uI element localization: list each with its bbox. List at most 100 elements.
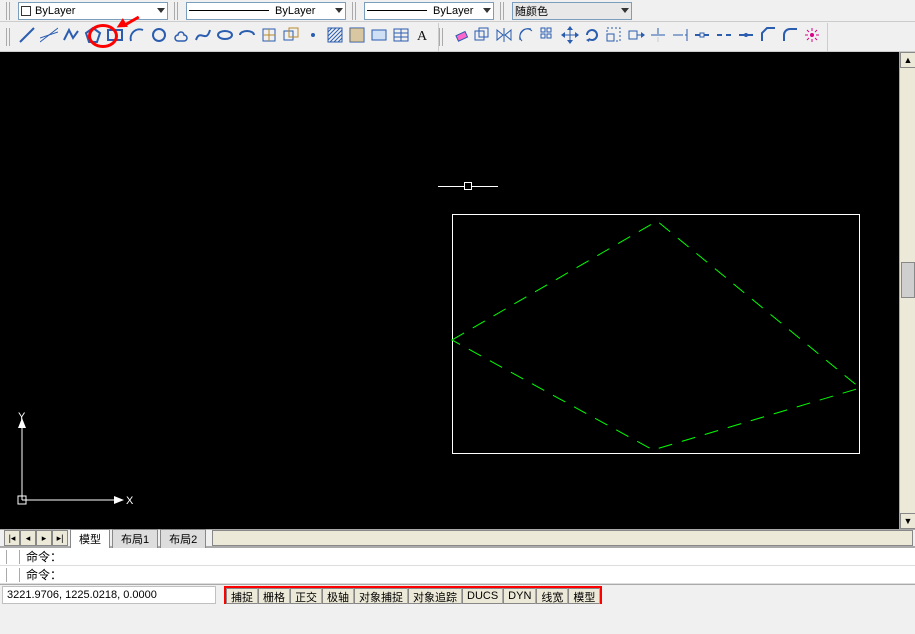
extend-icon: [671, 26, 689, 47]
fillet-button[interactable]: [779, 26, 801, 48]
toolbar-grip[interactable]: [6, 2, 10, 20]
polyline-button[interactable]: [60, 26, 82, 48]
drawing-viewport[interactable]: Y X ▲ ▼: [0, 52, 915, 529]
status-toggle-8[interactable]: 线宽: [536, 588, 568, 604]
extend-button[interactable]: [669, 26, 691, 48]
ellipse-button[interactable]: [214, 26, 236, 48]
command-input-line[interactable]: 命令：: [0, 566, 915, 584]
scale-button[interactable]: [603, 26, 625, 48]
vertical-scrollbar[interactable]: ▲ ▼: [899, 52, 915, 529]
explode-button[interactable]: [801, 26, 823, 48]
lineweight-sample-icon: [367, 10, 427, 11]
plotstyle-combo[interactable]: 随颜色: [512, 2, 632, 20]
revcloud-button[interactable]: [170, 26, 192, 48]
hatch-button[interactable]: [324, 26, 346, 48]
spline-button[interactable]: [192, 26, 214, 48]
array-button[interactable]: [537, 26, 559, 48]
join-button[interactable]: [735, 26, 757, 48]
status-toggle-9[interactable]: 模型: [568, 588, 600, 604]
toolbar-grip[interactable]: [174, 2, 178, 20]
insert-block-button[interactable]: [258, 26, 280, 48]
circle-icon: [150, 26, 168, 47]
break-at-point-button[interactable]: [691, 26, 713, 48]
toolbar-grip[interactable]: [352, 2, 356, 20]
command-prompt-label: 命令：: [26, 548, 62, 565]
circle-button[interactable]: [148, 26, 170, 48]
rotate-button[interactable]: [581, 26, 603, 48]
make-block-button[interactable]: [280, 26, 302, 48]
tab-layout1[interactable]: 布局1: [112, 529, 158, 548]
line-icon: [18, 26, 36, 47]
tab-nav-last-button[interactable]: ▸|: [52, 530, 68, 546]
command-grip[interactable]: [6, 568, 20, 582]
chamfer-button[interactable]: [757, 26, 779, 48]
diamond-polyline-entity: [0, 52, 900, 529]
color-combo[interactable]: ByLayer: [18, 2, 168, 20]
copy-button[interactable]: [471, 26, 493, 48]
scroll-up-icon[interactable]: ▲: [900, 52, 915, 68]
lineweight-combo[interactable]: ByLayer: [364, 2, 494, 20]
horizontal-scrollbar[interactable]: [212, 530, 913, 546]
offset-button[interactable]: [515, 26, 537, 48]
table-icon: [392, 26, 410, 47]
region-icon: [370, 26, 388, 47]
ellipse-arc-icon: [238, 26, 256, 47]
command-history-line: 命令：: [0, 548, 915, 566]
status-toggle-group: 捕捉栅格正交极轴对象捕捉对象追踪DUCSDYN线宽模型: [224, 586, 602, 604]
lineweight-combo-label: ByLayer: [433, 5, 479, 17]
status-toggle-1[interactable]: 栅格: [258, 588, 290, 604]
break-at-point-icon: [693, 26, 711, 47]
tab-nav-first-button[interactable]: |◂: [4, 530, 20, 546]
toolbar-grip[interactable]: [500, 2, 504, 20]
gradient-button[interactable]: [346, 26, 368, 48]
command-grip[interactable]: [6, 550, 20, 564]
make-block-icon: [282, 26, 300, 47]
mtext-button[interactable]: A: [412, 26, 434, 48]
break-button[interactable]: [713, 26, 735, 48]
move-button[interactable]: [559, 26, 581, 48]
toolbar-grip[interactable]: [439, 28, 443, 46]
tab-nav-prev-button[interactable]: ◂: [20, 530, 36, 546]
command-area: 命令： 命令：: [0, 547, 915, 584]
stretch-button[interactable]: [625, 26, 647, 48]
coordinate-readout[interactable]: 3221.9706, 1225.0218, 0.0000: [2, 586, 216, 604]
table-button[interactable]: [390, 26, 412, 48]
break-icon: [715, 26, 733, 47]
status-toggle-4[interactable]: 对象捕捉: [354, 588, 408, 604]
color-combo-label: ByLayer: [35, 5, 153, 17]
toolbar-grip[interactable]: [6, 28, 10, 46]
rectangle-button[interactable]: [104, 26, 126, 48]
linetype-combo[interactable]: ByLayer: [186, 2, 346, 20]
chevron-down-icon: [157, 8, 165, 13]
ellipse-icon: [216, 26, 234, 47]
svg-text:A: A: [417, 29, 428, 44]
point-button[interactable]: [302, 26, 324, 48]
erase-button[interactable]: [449, 26, 471, 48]
xline-button[interactable]: [38, 26, 60, 48]
status-toggle-2[interactable]: 正交: [290, 588, 322, 604]
chamfer-icon: [759, 26, 777, 47]
ellipse-arc-button[interactable]: [236, 26, 258, 48]
scrollbar-thumb[interactable]: [901, 262, 915, 298]
status-toggle-0[interactable]: 捕捉: [226, 588, 258, 604]
color-swatch-icon: [21, 6, 31, 16]
tab-nav-next-button[interactable]: ▸: [36, 530, 52, 546]
tab-nav: |◂ ◂ ▸ ▸|: [4, 530, 68, 546]
trim-button[interactable]: [647, 26, 669, 48]
status-toggle-3[interactable]: 极轴: [322, 588, 354, 604]
line-button[interactable]: [16, 26, 38, 48]
status-toggle-7[interactable]: DYN: [503, 588, 536, 604]
mirror-button[interactable]: [493, 26, 515, 48]
arc-button[interactable]: [126, 26, 148, 48]
tab-layout2[interactable]: 布局2: [160, 529, 206, 548]
status-toggle-6[interactable]: DUCS: [462, 588, 503, 604]
chevron-down-icon: [335, 8, 343, 13]
tab-layout1-label: 布局1: [121, 534, 149, 546]
tab-layout2-label: 布局2: [169, 534, 197, 546]
polygon-button[interactable]: [82, 26, 104, 48]
status-toggle-5[interactable]: 对象追踪: [408, 588, 462, 604]
stretch-icon: [627, 26, 645, 47]
scroll-down-icon[interactable]: ▼: [900, 513, 915, 529]
tab-model[interactable]: 模型: [70, 529, 110, 548]
region-button[interactable]: [368, 26, 390, 48]
